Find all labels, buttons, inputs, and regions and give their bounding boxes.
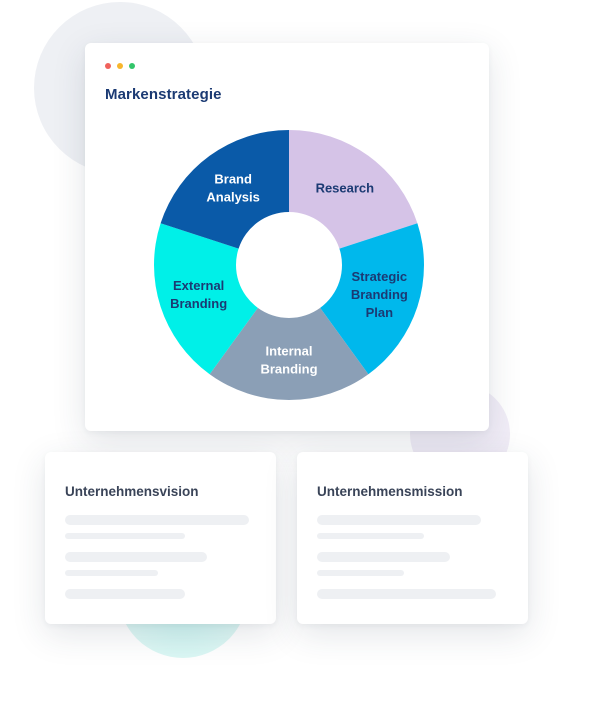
segment-label-line: External xyxy=(173,278,224,293)
placeholder-line xyxy=(65,515,249,525)
segment-label-line: Brand xyxy=(214,172,252,187)
placeholder-line xyxy=(317,552,450,562)
placeholder-line xyxy=(65,552,207,562)
placeholder-line xyxy=(317,515,481,525)
illustration: Markenstrategie Research Strategic Brandin… xyxy=(0,0,604,715)
segment-label-line: Analysis xyxy=(206,190,259,205)
segment-label-line: Plan xyxy=(366,305,394,320)
brand-strategy-donut-chart: Research Strategic Branding Plan Internal Bra… xyxy=(154,130,424,400)
segment-label-line: Research xyxy=(316,181,375,196)
placeholder-line xyxy=(65,570,158,576)
mission-card-title: Unternehmensmission xyxy=(317,484,463,499)
placeholder-line xyxy=(317,570,404,576)
segment-label-line: Branding xyxy=(260,362,317,377)
placeholder-line xyxy=(65,533,185,539)
segment-label-line: Branding xyxy=(170,296,227,311)
placeholder-line xyxy=(317,589,496,599)
vision-card-title: Unternehmensvision xyxy=(65,484,199,499)
segment-label-line: Branding xyxy=(351,287,408,302)
segment-label-research: Research xyxy=(316,181,375,196)
vision-card: Unternehmensvision xyxy=(45,452,276,624)
mission-card: Unternehmensmission xyxy=(297,452,528,624)
segment-label-line: Internal xyxy=(266,344,313,359)
segment-label-line: Strategic xyxy=(352,269,408,284)
placeholder-line xyxy=(65,589,185,599)
markenstrategie-window: Markenstrategie Research Strategic Brandin… xyxy=(85,43,489,431)
placeholder-line xyxy=(317,533,424,539)
